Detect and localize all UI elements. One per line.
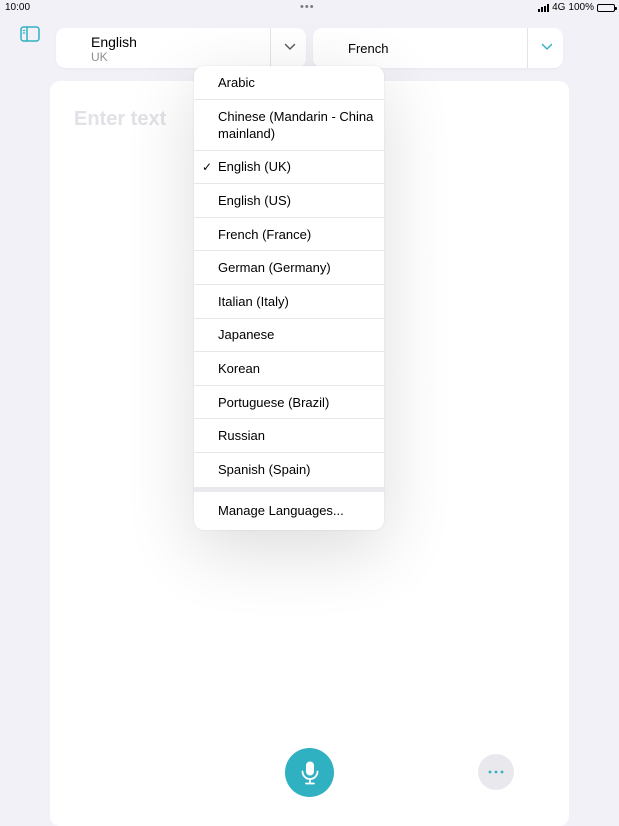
chevron-down-icon[interactable] bbox=[541, 42, 553, 52]
divider bbox=[527, 28, 528, 68]
battery-label: 100% bbox=[568, 2, 594, 13]
menu-item-label: English (US) bbox=[218, 192, 291, 208]
signal-icon bbox=[538, 3, 550, 12]
manage-languages-button[interactable]: Manage Languages... bbox=[194, 492, 384, 530]
menu-item-label: Russian bbox=[218, 428, 265, 444]
sidebar-icon[interactable] bbox=[20, 26, 40, 42]
menu-item-label: Arabic bbox=[218, 74, 255, 90]
menu-item-spanish[interactable]: Spanish (Spain) bbox=[194, 453, 384, 487]
network-label: 4G bbox=[552, 2, 566, 13]
menu-item-chinese[interactable]: Chinese (Mandarin - China mainland) bbox=[194, 100, 384, 151]
checkmark-icon: ✓ bbox=[202, 159, 213, 174]
status-indicators: 4G 100% bbox=[538, 2, 617, 13]
battery-icon bbox=[597, 3, 617, 12]
menu-item-italian[interactable]: Italian (Italy) bbox=[194, 285, 384, 319]
menu-item-label: Italian (Italy) bbox=[218, 293, 289, 309]
menu-item-english-us[interactable]: English (US) bbox=[194, 184, 384, 218]
more-options-button[interactable] bbox=[478, 754, 514, 790]
menu-item-korean[interactable]: Korean bbox=[194, 352, 384, 386]
menu-item-french[interactable]: French (France) bbox=[194, 218, 384, 252]
menu-item-label: Spanish (Spain) bbox=[218, 462, 311, 478]
target-language-name: French bbox=[348, 41, 389, 56]
microphone-button[interactable] bbox=[285, 748, 334, 797]
target-language-selector[interactable]: French bbox=[313, 28, 563, 68]
translate-app: 10:00 ••• 4G 100% English UK French Ente… bbox=[0, 0, 619, 826]
source-language-selector[interactable]: English UK bbox=[56, 28, 306, 68]
menu-item-german[interactable]: German (Germany) bbox=[194, 251, 384, 285]
menu-item-label: Japanese bbox=[218, 327, 275, 343]
menu-item-english-uk[interactable]: ✓ English (UK) bbox=[194, 151, 384, 185]
menu-item-russian[interactable]: Russian bbox=[194, 419, 384, 453]
manage-languages-label: Manage Languages... bbox=[218, 503, 344, 519]
status-bar: 10:00 ••• 4G 100% bbox=[0, 0, 619, 16]
menu-item-label: Chinese (Mandarin - China mainland) bbox=[218, 108, 374, 141]
menu-item-arabic[interactable]: Arabic bbox=[194, 66, 384, 100]
ellipsis-icon bbox=[488, 770, 504, 774]
divider bbox=[270, 28, 271, 68]
menu-item-label: German (Germany) bbox=[218, 260, 331, 276]
source-language-name: English bbox=[91, 34, 137, 50]
multitasking-dots[interactable]: ••• bbox=[300, 1, 315, 13]
microphone-icon bbox=[301, 761, 318, 784]
menu-item-portuguese[interactable]: Portuguese (Brazil) bbox=[194, 386, 384, 420]
menu-item-label: French (France) bbox=[218, 226, 312, 242]
text-input-placeholder: Enter text bbox=[74, 108, 167, 130]
menu-item-label: Korean bbox=[218, 360, 260, 376]
status-time: 10:00 bbox=[5, 2, 31, 13]
language-menu: Arabic Chinese (Mandarin - China mainlan… bbox=[194, 66, 384, 530]
source-language-region: UK bbox=[91, 50, 108, 64]
menu-item-japanese[interactable]: Japanese bbox=[194, 319, 384, 353]
chevron-down-icon[interactable] bbox=[284, 42, 296, 52]
menu-item-label: Portuguese (Brazil) bbox=[218, 394, 330, 410]
